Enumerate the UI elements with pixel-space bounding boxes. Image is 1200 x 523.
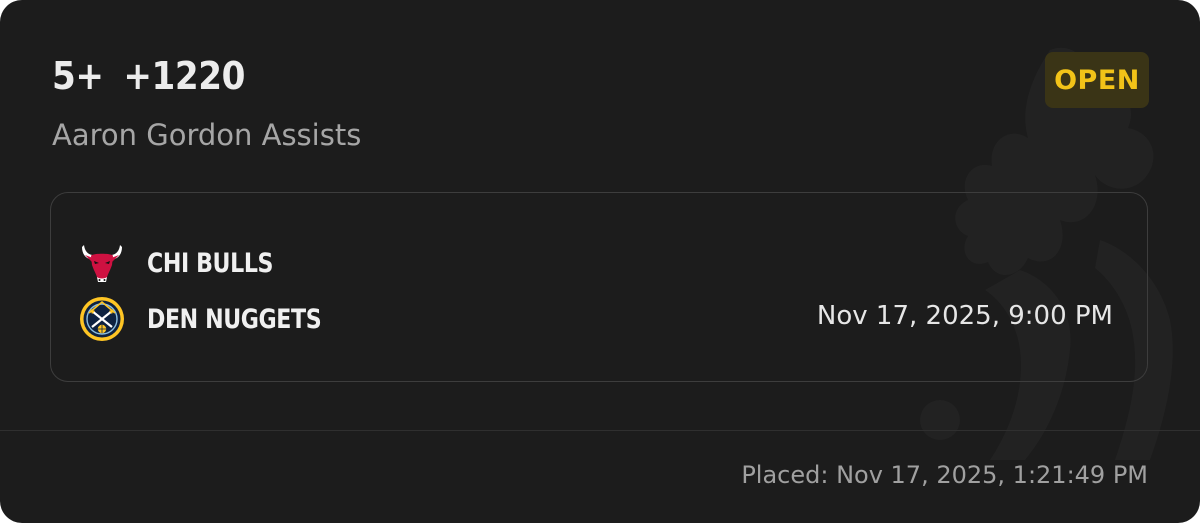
home-team-name: DEN NUGGETS: [147, 303, 322, 335]
bet-odds: +1220: [123, 54, 245, 98]
away-team-name: CHI BULLS: [147, 247, 274, 279]
team-row-away: CHI BULLS: [79, 238, 301, 288]
game-start-time: Nov 17, 2025, 9:00 PM: [816, 301, 1113, 331]
bet-line: 5+: [52, 54, 104, 98]
team-row-home: DEN NUGGETS: [79, 294, 360, 344]
bet-card[interactable]: 5+ +1220 Aaron Gordon Assists OPEN CHI B…: [0, 0, 1200, 523]
bet-headline: 5+ +1220: [52, 54, 245, 98]
status-badge: OPEN: [1045, 52, 1149, 108]
placed-timestamp: Placed: Nov 17, 2025, 1:21:49 PM: [741, 461, 1148, 489]
denver-nuggets-logo-icon: [79, 296, 125, 342]
chicago-bulls-logo-icon: [79, 240, 125, 286]
footer-divider: [0, 430, 1200, 431]
bet-market: Aaron Gordon Assists: [52, 118, 362, 152]
game-info-box[interactable]: CHI BULLS DEN NUGGETS Nov 17, 2025, 9:00…: [50, 192, 1148, 382]
